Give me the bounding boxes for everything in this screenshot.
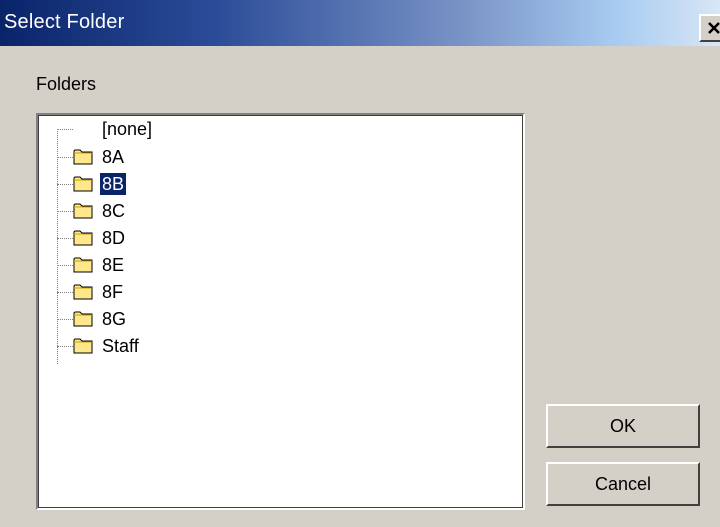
tree-branch-line [57, 238, 73, 239]
tree-branch-line [57, 346, 73, 347]
folders-label: Folders [36, 74, 97, 94]
title-bar[interactable]: Select Folder [0, 0, 720, 46]
tree-item-label: Staff [102, 336, 139, 356]
folder-icon [73, 311, 93, 327]
folder-icon [73, 230, 93, 246]
tree-item-8g[interactable]: 8G [57, 307, 357, 331]
tree-branch-line [57, 184, 73, 185]
tree-item-label: 8C [102, 201, 126, 221]
folder-icon [73, 176, 93, 192]
tree-item-label: [none] [102, 119, 153, 139]
tree-item-label: 8E [102, 255, 125, 275]
tree-item-8d[interactable]: 8D [57, 226, 357, 250]
tree-item-label: 8D [102, 228, 126, 248]
window-title: Select Folder [4, 11, 125, 33]
tree-item-label: 8A [102, 147, 125, 167]
folder-icon [73, 257, 93, 273]
close-button[interactable] [699, 14, 720, 42]
tree-branch-line [57, 265, 73, 266]
folder-icon [73, 338, 93, 354]
cancel-button[interactable]: Cancel [546, 462, 700, 506]
ok-button[interactable]: OK [546, 404, 700, 448]
tree-item-8a[interactable]: 8A [57, 145, 357, 169]
tree-branch-line [57, 211, 73, 212]
tree-branch-line [57, 129, 73, 130]
tree-item-label: 8B [100, 173, 127, 195]
tree-item-none[interactable]: [none] [57, 117, 357, 141]
folder-icon [73, 203, 93, 219]
close-icon [708, 22, 720, 34]
folder-icon [73, 149, 93, 165]
tree-item-label: 8G [102, 309, 127, 329]
tree-item-8b[interactable]: 8B [57, 172, 357, 196]
tree-item-8e[interactable]: 8E [57, 253, 357, 277]
folder-tree[interactable]: [none] 8A 8B 8C 8D 8E 8F 8G Staff [36, 113, 525, 510]
tree-branch-line [57, 157, 73, 158]
tree-item-staff[interactable]: Staff [57, 334, 357, 358]
tree-item-label: 8F [102, 282, 124, 302]
tree-branch-line [57, 319, 73, 320]
tree-branch-line [57, 292, 73, 293]
tree-item-8c[interactable]: 8C [57, 199, 357, 223]
folder-icon [73, 284, 93, 300]
tree-item-8f[interactable]: 8F [57, 280, 357, 304]
